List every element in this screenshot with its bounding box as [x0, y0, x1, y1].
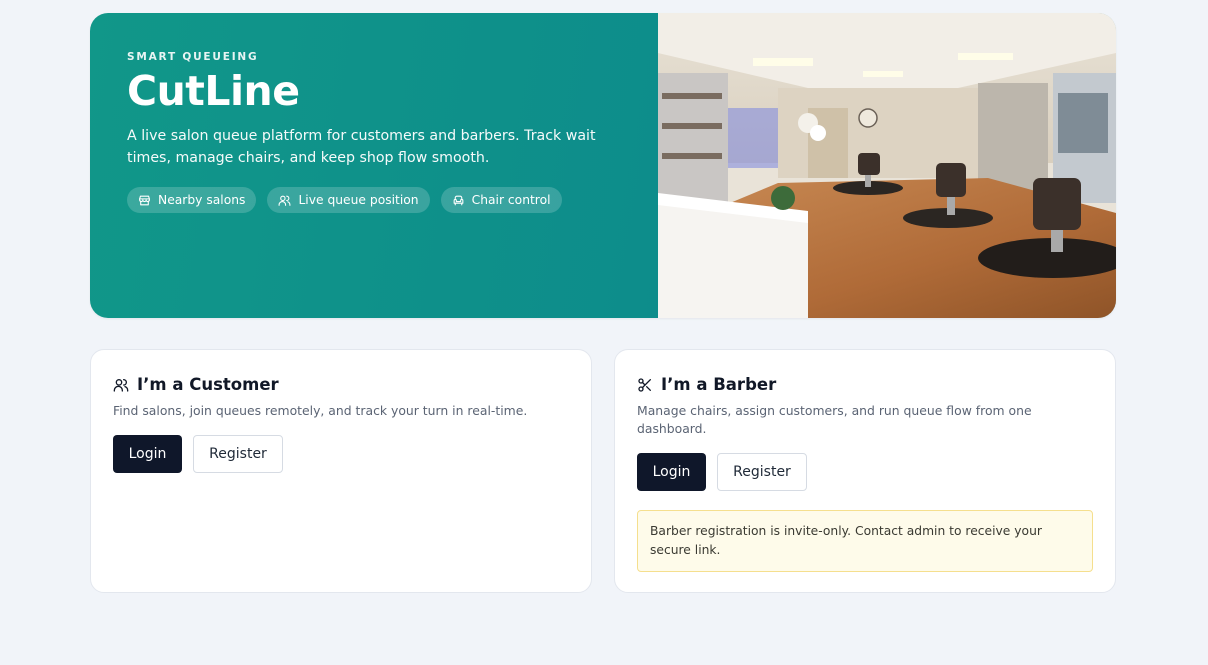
chip-nearby-salons: Nearby salons — [127, 187, 257, 214]
customer-title-text: I’m a Customer — [137, 375, 279, 394]
users-icon — [113, 378, 129, 392]
barber-card: I’m a Barber Manage chairs, assign custo… — [614, 349, 1116, 593]
customer-description: Find salons, join queues remotely, and t… — [113, 403, 528, 418]
salon-interior-photo — [658, 13, 1116, 318]
customer-card-title: I’m a Customer — [113, 375, 569, 394]
barber-login-button[interactable]: Login — [637, 453, 706, 491]
chip-live-queue: Live queue position — [267, 187, 430, 214]
barber-title-text: I’m a Barber — [661, 375, 777, 394]
hero-eyebrow: SMART QUEUEING — [127, 51, 259, 63]
customer-register-button[interactable]: Register — [193, 435, 283, 473]
chip-label: Live queue position — [298, 193, 419, 208]
barber-register-button[interactable]: Register — [717, 453, 807, 491]
feature-chips: Nearby salons Live queue position Chair … — [127, 187, 658, 214]
store-icon — [139, 195, 150, 206]
brand-title: CutLine — [127, 67, 300, 115]
armchair-icon — [453, 195, 463, 206]
hero-tagline: A live salon queue platform for customer… — [127, 128, 596, 167]
scissors-icon — [638, 377, 651, 392]
customer-card: I’m a Customer Find salons, join queues … — [90, 349, 592, 593]
barber-description: Manage chairs, assign customers, and run… — [637, 403, 1032, 436]
chip-label: Nearby salons — [158, 193, 246, 208]
customer-actions: Login Register — [113, 435, 569, 473]
chip-label: Chair control — [471, 193, 551, 208]
barber-actions: Login Register — [637, 453, 1093, 491]
users-icon — [278, 195, 291, 206]
chip-chair-control: Chair control — [440, 187, 562, 214]
customer-login-button[interactable]: Login — [113, 435, 182, 473]
barber-card-title: I’m a Barber — [637, 375, 1093, 394]
hero-text: SMART QUEUEING CutLine A live salon queu… — [90, 13, 658, 318]
invite-only-notice: Barber registration is invite-only. Cont… — [637, 510, 1093, 572]
hero-banner: SMART QUEUEING CutLine A live salon queu… — [90, 13, 1116, 318]
